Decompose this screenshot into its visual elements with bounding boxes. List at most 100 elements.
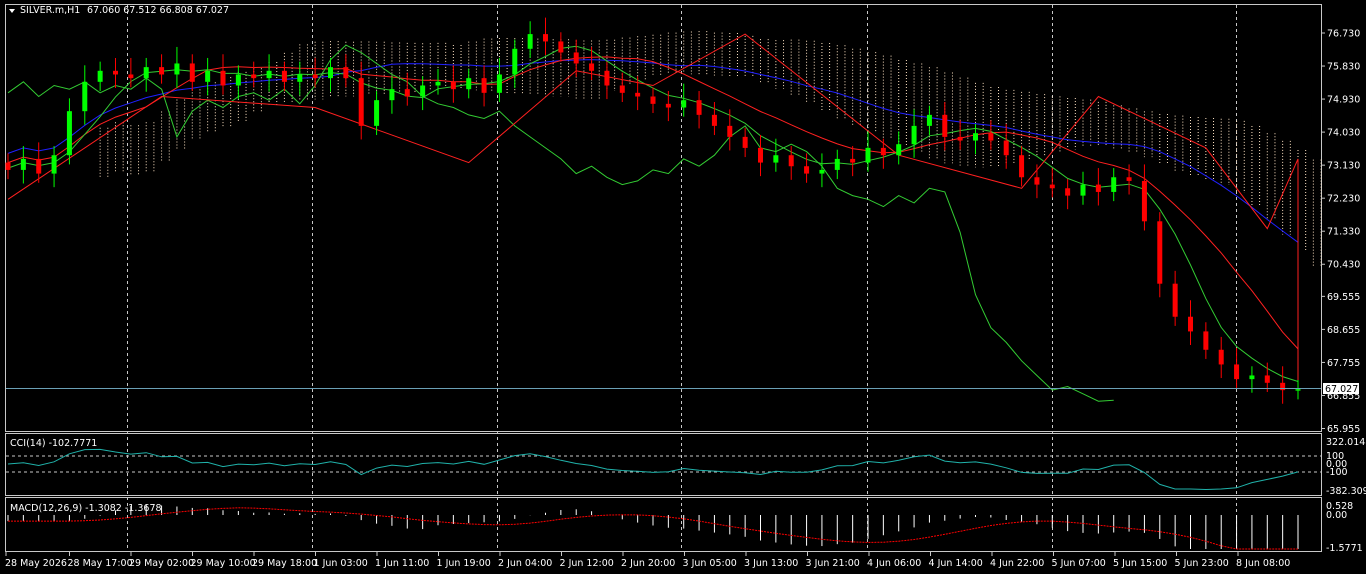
- candle-body[interactable]: [20, 158, 26, 170]
- candle-body[interactable]: [435, 81, 441, 86]
- candle-body[interactable]: [389, 89, 395, 101]
- candle-body[interactable]: [97, 70, 103, 82]
- candle-body[interactable]: [819, 169, 825, 174]
- price-label: 72.230: [1327, 194, 1360, 205]
- candle-body[interactable]: [1080, 184, 1086, 196]
- time-label: 3 Jun 13:00: [744, 558, 798, 569]
- candle-body[interactable]: [1065, 188, 1071, 196]
- candle-body[interactable]: [1157, 221, 1163, 284]
- candle-body[interactable]: [973, 133, 978, 141]
- candle-body[interactable]: [1126, 177, 1132, 181]
- candle-body[interactable]: [404, 89, 410, 97]
- candle-body[interactable]: [880, 147, 886, 156]
- trading-chart[interactable]: SILVER.m,H1 67.060 67.512 66.808 67.027 …: [0, 0, 1366, 574]
- candle-body[interactable]: [865, 147, 871, 163]
- candle-body[interactable]: [1264, 375, 1270, 383]
- candle-body[interactable]: [143, 67, 149, 79]
- candle-body[interactable]: [1234, 364, 1240, 380]
- candle-body[interactable]: [604, 70, 610, 86]
- candle-body[interactable]: [205, 70, 211, 82]
- candle-body[interactable]: [650, 96, 656, 104]
- time-label: 4 Jun 14:00: [929, 558, 983, 569]
- candle-body[interactable]: [420, 85, 426, 97]
- candle-body[interactable]: [1095, 184, 1101, 192]
- candle-body[interactable]: [773, 155, 779, 163]
- candle-body[interactable]: [496, 74, 502, 93]
- macd-axis-label: 0.00: [1326, 510, 1347, 521]
- candle-body[interactable]: [82, 81, 88, 112]
- candle-body[interactable]: [358, 78, 364, 126]
- candle-body[interactable]: [328, 67, 333, 79]
- candle-body[interactable]: [573, 52, 579, 64]
- candle-body[interactable]: [696, 100, 702, 115]
- candle-body[interactable]: [1203, 331, 1209, 350]
- candle-body[interactable]: [635, 92, 641, 97]
- candle-body[interactable]: [558, 41, 564, 53]
- candle-body[interactable]: [758, 147, 763, 163]
- candle-body[interactable]: [113, 70, 118, 75]
- candle-body[interactable]: [957, 136, 963, 141]
- candle-body[interactable]: [619, 85, 625, 93]
- candle-body[interactable]: [681, 100, 687, 108]
- candle-body[interactable]: [159, 67, 165, 75]
- candle-body[interactable]: [1172, 283, 1178, 317]
- candle-body[interactable]: [1049, 184, 1055, 189]
- candle-body[interactable]: [266, 70, 272, 79]
- candle-body[interactable]: [1218, 349, 1224, 365]
- candle-body[interactable]: [297, 74, 303, 82]
- macd-axis: 0.5280.00-1.5771: [1326, 501, 1363, 554]
- candle-body[interactable]: [466, 78, 472, 90]
- candle-body[interactable]: [312, 74, 318, 79]
- candle-body[interactable]: [804, 166, 810, 174]
- candle-body[interactable]: [281, 70, 287, 82]
- time-label: 28 May 17:00: [68, 558, 133, 569]
- candle-body[interactable]: [174, 63, 180, 75]
- candle-body[interactable]: [51, 155, 57, 174]
- candle-body[interactable]: [374, 100, 380, 126]
- candle-body[interactable]: [220, 70, 226, 86]
- candle-body[interactable]: [481, 78, 487, 93]
- candle-body[interactable]: [251, 74, 257, 79]
- candle-body[interactable]: [512, 48, 518, 75]
- candle-body[interactable]: [727, 125, 733, 137]
- candle-body[interactable]: [742, 136, 748, 148]
- candle-body[interactable]: [1188, 316, 1193, 332]
- ohlc-label: 67.060 67.512 66.808 67.027: [87, 5, 229, 16]
- candle-body[interactable]: [543, 34, 548, 42]
- price-label: 69.555: [1327, 292, 1360, 303]
- candle-body[interactable]: [850, 158, 856, 163]
- candle-body[interactable]: [1141, 180, 1147, 222]
- candle-body[interactable]: [1249, 375, 1255, 380]
- time-label: 1 Jun 11:00: [375, 558, 429, 569]
- candle-body[interactable]: [926, 114, 932, 126]
- candle-body[interactable]: [527, 34, 533, 49]
- candle-body[interactable]: [711, 114, 717, 126]
- candle-body[interactable]: [128, 74, 134, 79]
- candle-body[interactable]: [1280, 382, 1286, 391]
- cci-axis: 322.01481000.00-100-382.309: [1326, 437, 1366, 497]
- candle-body[interactable]: [1295, 389, 1301, 391]
- macd-title: MACD(12,26,9) -1.3082 -1.3678: [10, 503, 162, 514]
- candle-body[interactable]: [1111, 177, 1117, 192]
- candle-body[interactable]: [589, 63, 595, 71]
- candle-body[interactable]: [450, 81, 456, 90]
- time-label: 5 Jun 07:00: [1052, 558, 1106, 569]
- price-label: 74.930: [1327, 95, 1360, 106]
- candle-body[interactable]: [5, 162, 11, 170]
- candle-body[interactable]: [1034, 177, 1040, 185]
- candle-body[interactable]: [942, 114, 948, 137]
- candle-body[interactable]: [1003, 140, 1009, 156]
- candle-body[interactable]: [911, 125, 917, 145]
- candle-body[interactable]: [988, 133, 994, 141]
- candle-body[interactable]: [189, 63, 195, 82]
- price-label: 75.830: [1327, 62, 1360, 73]
- candle-body[interactable]: [66, 111, 72, 156]
- candle-body[interactable]: [343, 67, 349, 79]
- candle-body[interactable]: [235, 74, 241, 86]
- candle-body[interactable]: [665, 103, 671, 108]
- candle-body[interactable]: [788, 155, 794, 167]
- candle-body[interactable]: [1019, 155, 1025, 178]
- candle-body[interactable]: [896, 144, 902, 156]
- candle-body[interactable]: [36, 158, 42, 174]
- candle-body[interactable]: [834, 158, 840, 170]
